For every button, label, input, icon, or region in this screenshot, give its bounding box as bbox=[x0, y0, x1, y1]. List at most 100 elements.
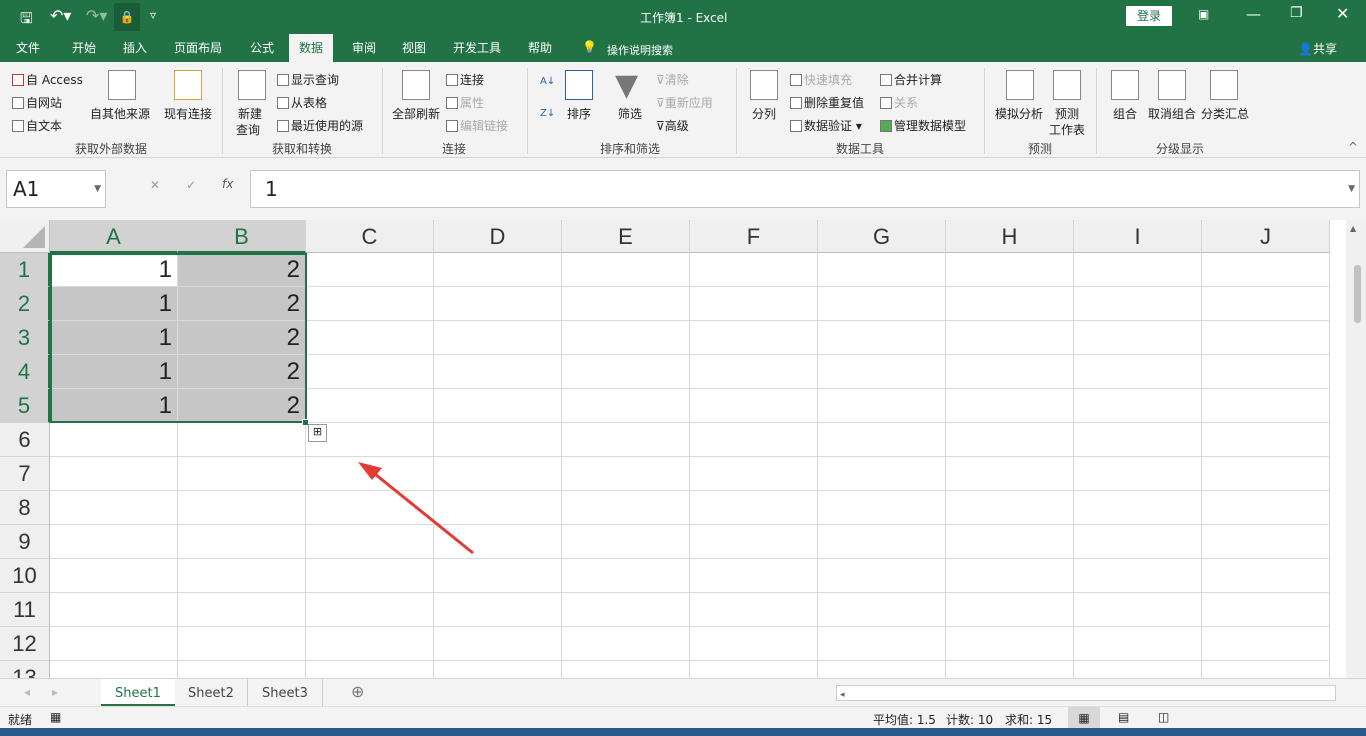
relationships-button[interactable]: 关系 bbox=[880, 94, 918, 111]
prev-sheet-icon[interactable]: ◂ bbox=[24, 685, 30, 699]
recent-sources-button[interactable]: 最近使用的源 bbox=[277, 117, 363, 134]
tab-file[interactable]: 文件 bbox=[6, 34, 50, 62]
new-query-icon bbox=[238, 70, 266, 100]
sort-asc-icon[interactable]: A↓ bbox=[540, 76, 555, 87]
divider bbox=[527, 68, 528, 154]
collapse-ribbon-icon[interactable]: ^ bbox=[1348, 140, 1358, 154]
next-sheet-icon[interactable]: ▸ bbox=[52, 685, 58, 699]
annotation-arrow bbox=[358, 462, 474, 555]
close-button[interactable]: ✕ bbox=[1336, 4, 1349, 23]
connections-button[interactable]: 连接 bbox=[446, 71, 484, 88]
sheet-tab-sheet2[interactable]: Sheet2 bbox=[174, 679, 248, 706]
undo-icon[interactable]: ↶▾ bbox=[50, 6, 71, 25]
save-icon[interactable]: 🖫 bbox=[20, 8, 33, 33]
sort-desc-icon[interactable]: Z↓ bbox=[540, 108, 555, 119]
new-query-button-line2[interactable]: 查询 bbox=[236, 121, 260, 138]
group-label-outline: 分级显示 bbox=[1156, 142, 1205, 156]
divider bbox=[736, 68, 737, 154]
page-layout-view-icon[interactable]: ▤ bbox=[1118, 710, 1129, 724]
existing-connections-button[interactable]: 现有连接 bbox=[164, 105, 212, 122]
share-button[interactable]: 👤共享 bbox=[1298, 40, 1337, 57]
group-label-connections: 连接 bbox=[442, 142, 467, 156]
scrollbar-thumb[interactable] bbox=[1354, 265, 1361, 323]
ribbon-tabs: 文件 开始 插入 页面布局 公式 数据 审阅 视图 开发工具 帮助 💡 操作说明… bbox=[0, 34, 1366, 62]
name-box[interactable]: A1 ▼ bbox=[6, 170, 106, 208]
macro-record-icon[interactable]: ▦ bbox=[50, 710, 61, 724]
manage-data-model-button[interactable]: 管理数据模型 bbox=[880, 117, 966, 134]
status-ready: 就绪 bbox=[8, 713, 33, 727]
clear-button[interactable]: ⊽清除 bbox=[656, 71, 689, 88]
ribbon: 自 Access 自网站 自文本 自其他来源 现有连接 获取外部数据 新建 查询… bbox=[0, 62, 1366, 158]
cancel-icon[interactable]: ✕ bbox=[150, 178, 160, 192]
insert-function-icon[interactable]: fx bbox=[222, 177, 233, 191]
group-button[interactable]: 组合 bbox=[1113, 105, 1137, 122]
minimize-button[interactable]: — bbox=[1246, 5, 1261, 23]
filter-button[interactable]: 筛选 bbox=[618, 105, 642, 122]
data-validation-button[interactable]: 数据验证 ▾ bbox=[790, 117, 862, 134]
taskbar bbox=[0, 728, 1366, 736]
sheet-tab-bar: ◂ ▸ Sheet1 Sheet2 Sheet3 ⊕ ◂ bbox=[0, 678, 1366, 706]
group-label-forecast: 预测 bbox=[1028, 142, 1053, 156]
flash-fill-button[interactable]: 快速填充 bbox=[790, 71, 852, 88]
tab-insert[interactable]: 插入 bbox=[113, 34, 157, 62]
tab-home[interactable]: 开始 bbox=[62, 34, 106, 62]
login-button[interactable]: 登录 bbox=[1126, 6, 1172, 26]
redo-icon[interactable]: ↷▾ bbox=[86, 6, 107, 25]
expand-formula-icon[interactable]: ▼ bbox=[1348, 171, 1355, 207]
from-web-button[interactable]: 自网站 bbox=[12, 94, 62, 111]
from-text-button[interactable]: 自文本 bbox=[12, 117, 62, 134]
group-label-data-tools: 数据工具 bbox=[836, 142, 885, 156]
other-sources-button[interactable]: 自其他来源 bbox=[90, 105, 150, 122]
advanced-button[interactable]: ⊽高级 bbox=[656, 117, 689, 134]
remove-duplicates-button[interactable]: 删除重复值 bbox=[790, 94, 864, 111]
forecast-sheet-button-line2[interactable]: 工作表 bbox=[1049, 121, 1085, 138]
consolidate-button[interactable]: 合并计算 bbox=[880, 71, 942, 88]
new-query-button[interactable]: 新建 bbox=[238, 105, 262, 122]
show-queries-button[interactable]: 显示查询 bbox=[277, 71, 339, 88]
subtotal-button[interactable]: 分类汇总 bbox=[1201, 105, 1249, 122]
customize-qat-icon[interactable]: ▿ bbox=[150, 8, 156, 22]
lock-icon[interactable]: 🔒 bbox=[114, 3, 140, 31]
tab-formulas[interactable]: 公式 bbox=[240, 34, 284, 62]
what-if-analysis-button[interactable]: 模拟分析 bbox=[995, 105, 1043, 122]
filter-icon: ▼ bbox=[615, 68, 639, 103]
scroll-up-icon[interactable]: ▲ bbox=[1350, 224, 1356, 233]
sheet-tab-sheet3[interactable]: Sheet3 bbox=[247, 679, 323, 706]
tab-review[interactable]: 审阅 bbox=[342, 34, 386, 62]
add-sheet-icon[interactable]: ⊕ bbox=[351, 682, 364, 701]
tab-help[interactable]: 帮助 bbox=[518, 34, 562, 62]
sheet-tab-sheet1[interactable]: Sheet1 bbox=[101, 679, 175, 706]
vertical-scrollbar[interactable]: ▲ bbox=[1346, 220, 1366, 678]
edit-links-button[interactable]: 编辑链接 bbox=[446, 117, 508, 134]
tab-data[interactable]: 数据 bbox=[289, 34, 334, 62]
group-label-sort-filter: 排序和筛选 bbox=[600, 142, 661, 156]
sort-button[interactable]: 排序 bbox=[567, 105, 591, 122]
restore-button[interactable]: ❐ bbox=[1290, 5, 1303, 21]
tell-me-search[interactable]: 操作说明搜索 bbox=[607, 42, 673, 58]
divider bbox=[984, 68, 985, 154]
clock-file-icon bbox=[277, 120, 289, 132]
from-table-button[interactable]: 从表格 bbox=[277, 94, 327, 111]
page-break-view-icon[interactable]: ◫ bbox=[1158, 710, 1169, 724]
from-access-button[interactable]: 自 Access bbox=[12, 71, 83, 88]
link-icon bbox=[446, 120, 458, 132]
enter-icon[interactable]: ✓ bbox=[186, 178, 196, 192]
status-average: 平均值: 1.5 bbox=[873, 713, 936, 727]
forecast-sheet-button[interactable]: 预测 bbox=[1055, 105, 1079, 122]
properties-button[interactable]: 属性 bbox=[446, 94, 484, 111]
ribbon-display-icon[interactable]: ▣ bbox=[1198, 7, 1209, 21]
scroll-left-icon[interactable]: ◂ bbox=[837, 690, 845, 700]
ungroup-button[interactable]: 取消组合 bbox=[1148, 105, 1196, 122]
tab-developer[interactable]: 开发工具 bbox=[443, 34, 511, 62]
validation-icon bbox=[790, 120, 802, 132]
access-icon bbox=[12, 74, 24, 86]
horizontal-scrollbar[interactable]: ◂ bbox=[836, 685, 1336, 701]
tab-view[interactable]: 视图 bbox=[392, 34, 436, 62]
worksheet-grid[interactable]: ABCDEFGHIJ 1 2 3 4 5 6 7 8 9 10 11 12 13 1212121212 … bbox=[0, 220, 1346, 678]
reapply-button[interactable]: ⊽重新应用 bbox=[656, 94, 713, 111]
tab-page-layout[interactable]: 页面布局 bbox=[164, 34, 232, 62]
formula-input[interactable]: 1 ▼ bbox=[250, 170, 1360, 208]
normal-view-icon[interactable]: ▦ bbox=[1068, 707, 1100, 729]
text-to-columns-button[interactable]: 分列 bbox=[752, 105, 776, 122]
refresh-all-button[interactable]: 全部刷新 bbox=[392, 105, 440, 122]
